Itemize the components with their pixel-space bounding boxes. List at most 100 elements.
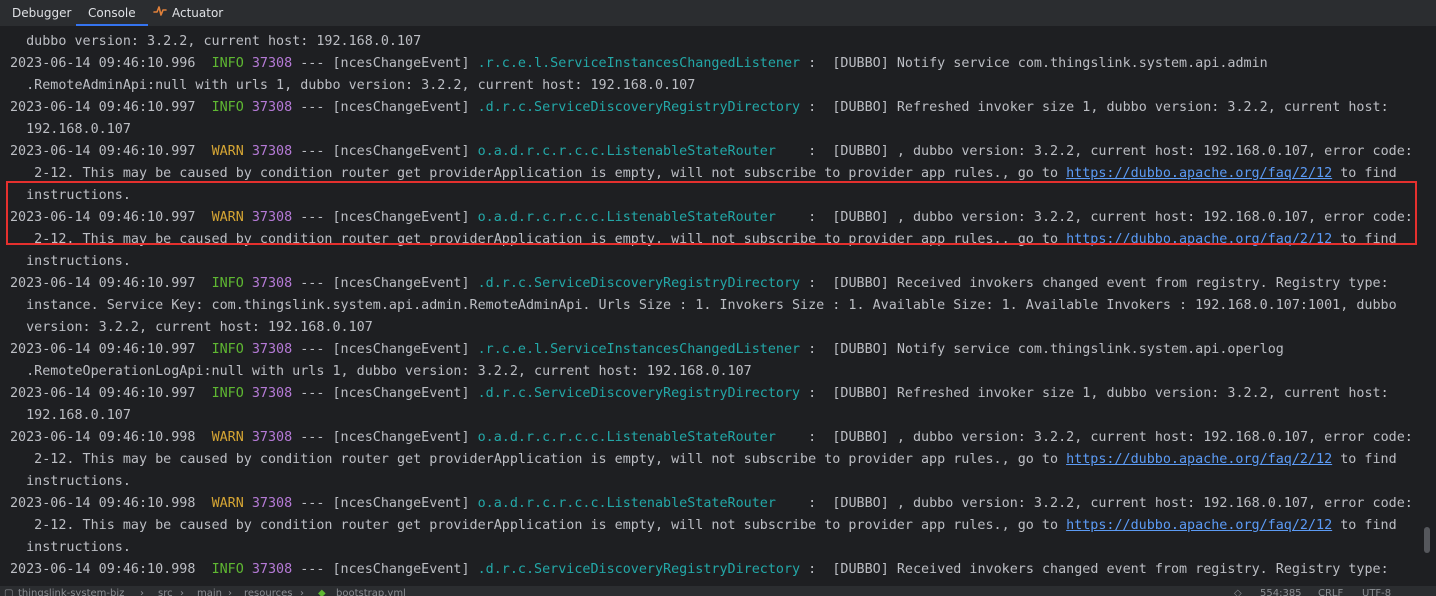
- log-continuation: 2-12. This may be caused by condition ro…: [10, 518, 1067, 533]
- log-thread: --- [ncesChangeEvent]: [292, 562, 478, 577]
- log-timestamp: 2023-06-14 09:46:10.997: [10, 386, 196, 401]
- console-line: 2023-06-14 09:46:10.997 WARN 37308 --- […: [0, 141, 1436, 163]
- console-output[interactable]: dubbo version: 3.2.2, current host: 192.…: [0, 27, 1436, 585]
- tool-window-tabbar: Debugger Console Actuator: [0, 0, 1436, 27]
- breadcrumb-item[interactable]: main: [197, 588, 222, 596]
- module-icon: ▢: [4, 588, 14, 596]
- vertical-scrollbar[interactable]: [1422, 27, 1436, 585]
- tab-label: Console: [88, 6, 136, 20]
- console-line: 2023-06-14 09:46:10.997 INFO 37308 --- […: [0, 339, 1436, 361]
- console-line: .RemoteAdminApi:null with urls 1, dubbo …: [0, 75, 1436, 97]
- log-continuation: 192.168.0.107: [10, 122, 131, 137]
- log-timestamp: 2023-06-14 09:46:10.996: [10, 56, 196, 71]
- faq-link[interactable]: https://dubbo.apache.org/faq/2/12: [1066, 452, 1332, 467]
- log-timestamp: 2023-06-14 09:46:10.997: [10, 342, 196, 357]
- log-separator: :: [800, 100, 833, 115]
- log-pid: 37308: [251, 144, 293, 159]
- log-message: [DUBBO] Refreshed invoker size 1, dubbo …: [832, 100, 1389, 115]
- log-thread: --- [ncesChangeEvent]: [292, 56, 478, 71]
- log-separator: :: [800, 430, 833, 445]
- log-continuation: 192.168.0.107: [10, 408, 131, 423]
- log-continuation: instructions.: [10, 540, 131, 555]
- console-line: dubbo version: 3.2.2, current host: 192.…: [0, 31, 1436, 53]
- log-logger-name[interactable]: .d.r.c.ServiceDiscoveryRegistryDirectory: [478, 100, 800, 115]
- breadcrumb-separator: ›: [140, 588, 144, 596]
- console-line: 2023-06-14 09:46:10.997 INFO 37308 --- […: [0, 383, 1436, 405]
- log-timestamp: 2023-06-14 09:46:10.998: [10, 430, 196, 445]
- log-pid: 37308: [251, 56, 293, 71]
- log-level: INFO: [211, 386, 244, 401]
- log-logger-name[interactable]: .d.r.c.ServiceDiscoveryRegistryDirectory: [478, 276, 800, 291]
- log-continuation: 2-12. This may be caused by condition ro…: [10, 452, 1067, 467]
- log-logger-name[interactable]: .r.c.e.l.ServiceInstancesChangedListener: [478, 342, 800, 357]
- log-pid: 37308: [251, 496, 293, 511]
- log-level: INFO: [211, 276, 244, 291]
- log-thread: --- [ncesChangeEvent]: [292, 430, 478, 445]
- console-line: 2023-06-14 09:46:10.998 INFO 37308 --- […: [0, 559, 1436, 581]
- log-thread: --- [ncesChangeEvent]: [292, 100, 478, 115]
- log-separator: :: [800, 496, 833, 511]
- log-separator: :: [800, 386, 833, 401]
- log-timestamp: 2023-06-14 09:46:10.997: [10, 276, 196, 291]
- log-logger-name[interactable]: .d.r.c.ServiceDiscoveryRegistryDirectory: [478, 386, 800, 401]
- faq-link[interactable]: https://dubbo.apache.org/faq/2/12: [1066, 166, 1332, 181]
- log-timestamp: 2023-06-14 09:46:10.997: [10, 144, 196, 159]
- console-line: instructions.: [0, 537, 1436, 559]
- log-pid: 37308: [251, 562, 293, 577]
- line-ending[interactable]: CRLF: [1318, 588, 1343, 596]
- console-line: 192.168.0.107: [0, 405, 1436, 427]
- highlighted-log-entry: [6, 181, 1417, 245]
- log-timestamp: 2023-06-14 09:46:10.998: [10, 562, 196, 577]
- notification-icon[interactable]: ◇: [1234, 588, 1242, 596]
- log-continuation-tail: to find: [1332, 166, 1397, 181]
- log-logger-name[interactable]: .d.r.c.ServiceDiscoveryRegistryDirectory: [478, 562, 800, 577]
- log-pid: 37308: [251, 100, 293, 115]
- breadcrumb-item[interactable]: thingslink-system-biz: [18, 588, 124, 596]
- log-continuation: instance. Service Key: com.thingslink.sy…: [10, 298, 1397, 313]
- log-message: [DUBBO] , dubbo version: 3.2.2, current …: [832, 430, 1413, 445]
- console-line: 2023-06-14 09:46:10.996 INFO 37308 --- […: [0, 53, 1436, 75]
- log-continuation: instructions.: [10, 254, 131, 269]
- console-line: 2023-06-14 09:46:10.997 INFO 37308 --- […: [0, 273, 1436, 295]
- log-separator: :: [800, 56, 833, 71]
- tab-label: Debugger: [12, 6, 72, 20]
- file-encoding[interactable]: UTF-8: [1362, 588, 1391, 596]
- scrollbar-thumb[interactable]: [1424, 527, 1430, 553]
- breadcrumb-separator: ›: [180, 588, 184, 596]
- log-continuation: 2-12. This may be caused by condition ro…: [10, 166, 1067, 181]
- log-level: INFO: [211, 56, 244, 71]
- log-pid: 37308: [251, 386, 293, 401]
- log-continuation-tail: to find: [1332, 452, 1397, 467]
- caret-position[interactable]: 554:385: [1260, 588, 1302, 596]
- actuator-icon: [153, 1, 167, 27]
- console-line: version: 3.2.2, current host: 192.168.0.…: [0, 317, 1436, 339]
- log-message: [DUBBO] Received invokers changed event …: [832, 562, 1389, 577]
- tab-console[interactable]: Console: [76, 0, 148, 26]
- breadcrumb-item[interactable]: resources: [244, 588, 292, 596]
- console-line: 2023-06-14 09:46:10.998 WARN 37308 --- […: [0, 493, 1436, 515]
- log-level: WARN: [211, 430, 244, 445]
- console-line: 2023-06-14 09:46:10.998 WARN 37308 --- […: [0, 427, 1436, 449]
- log-timestamp: 2023-06-14 09:46:10.997: [10, 100, 196, 115]
- log-continuation: instructions.: [10, 474, 131, 489]
- console-line: 192.168.0.107: [0, 119, 1436, 141]
- log-continuation: .RemoteOperationLogApi:null with urls 1,…: [10, 364, 752, 379]
- log-level: WARN: [211, 144, 244, 159]
- log-logger-name[interactable]: o.a.d.r.c.r.c.c.ListenableStateRouter: [478, 144, 800, 159]
- log-logger-name[interactable]: o.a.d.r.c.r.c.c.ListenableStateRouter: [478, 430, 800, 445]
- yaml-file-icon: ◆: [318, 588, 326, 596]
- log-timestamp: 2023-06-14 09:46:10.998: [10, 496, 196, 511]
- log-message: [DUBBO] , dubbo version: 3.2.2, current …: [832, 496, 1413, 511]
- log-thread: --- [ncesChangeEvent]: [292, 496, 478, 511]
- faq-link[interactable]: https://dubbo.apache.org/faq/2/12: [1066, 518, 1332, 533]
- log-level: INFO: [211, 342, 244, 357]
- log-continuation: version: 3.2.2, current host: 192.168.0.…: [10, 320, 373, 335]
- log-level: INFO: [211, 100, 244, 115]
- tab-actuator[interactable]: Actuator: [153, 0, 223, 26]
- log-pid: 37308: [251, 276, 293, 291]
- breadcrumb-item[interactable]: bootstrap.yml: [336, 588, 406, 596]
- log-logger-name[interactable]: o.a.d.r.c.r.c.c.ListenableStateRouter: [478, 496, 800, 511]
- log-logger-name[interactable]: .r.c.e.l.ServiceInstancesChangedListener: [478, 56, 800, 71]
- breadcrumb-item[interactable]: src: [158, 588, 173, 596]
- tab-debugger[interactable]: Debugger: [12, 0, 71, 26]
